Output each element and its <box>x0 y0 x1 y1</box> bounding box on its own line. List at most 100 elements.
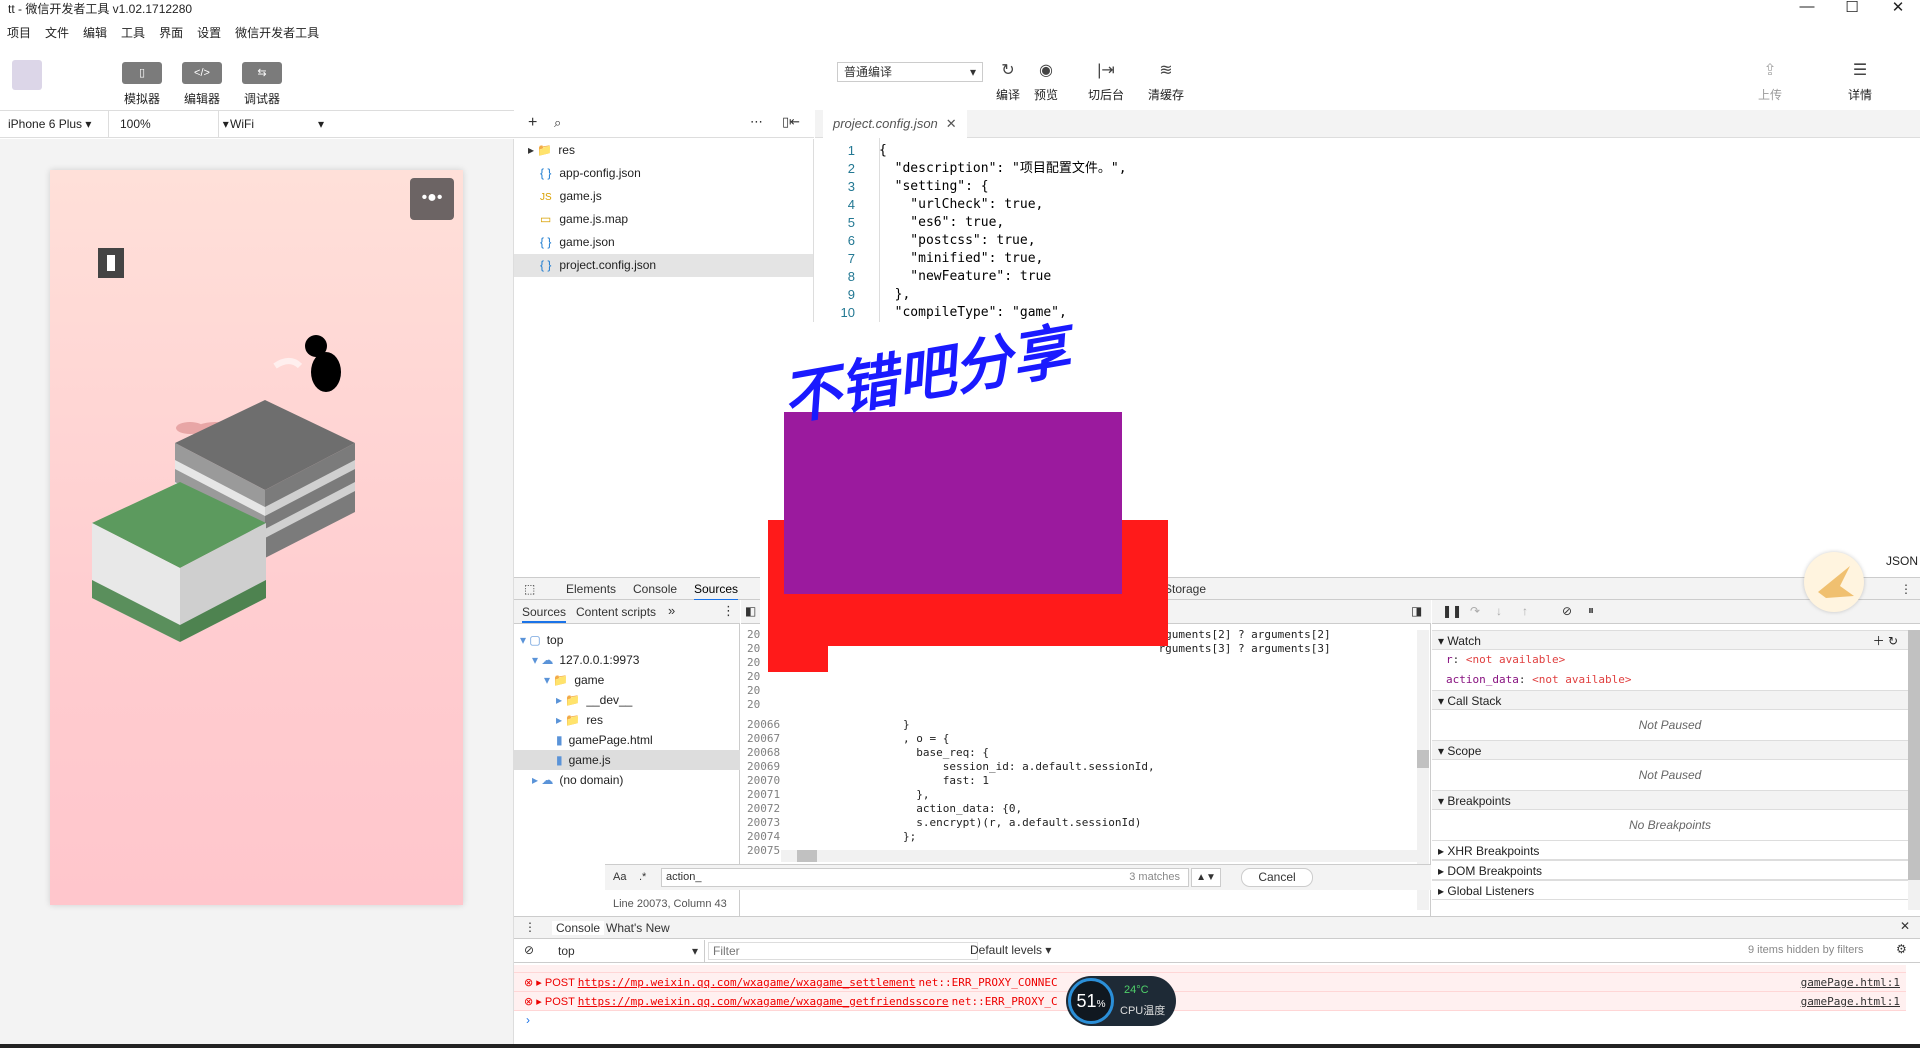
scrollbar[interactable] <box>1908 630 1920 910</box>
nav-tab-content-scripts[interactable]: Content scripts <box>576 605 656 619</box>
source-tree-item[interactable]: ▸ 📁 res <box>514 710 740 730</box>
log-levels-select[interactable]: Default levels ▾ <box>970 943 1051 957</box>
pause-on-exceptions-icon[interactable]: ⏸ <box>1588 603 1594 618</box>
menu-view[interactable]: 界面 <box>159 24 183 41</box>
call-stack-header[interactable]: ▾ Call Stack <box>1432 690 1908 710</box>
background-button[interactable]: |⇥ 切后台 <box>1088 60 1124 103</box>
search-input[interactable]: action_ 3 matches <box>661 868 1189 887</box>
close-icon[interactable]: ✕ <box>1888 0 1908 16</box>
breakpoints-header[interactable]: ▾ Breakpoints <box>1432 790 1908 810</box>
watch-item[interactable]: r: <not available> <box>1432 650 1908 670</box>
source-tree-item[interactable]: ▾ 📁 game <box>514 670 740 690</box>
toggle-navigator-icon[interactable]: ◧ <box>745 604 756 618</box>
close-drawer-icon[interactable]: ✕ <box>1900 919 1910 933</box>
floating-bird-icon[interactable] <box>1804 552 1864 612</box>
kebab-icon[interactable]: ⋮ <box>722 603 735 619</box>
step-into-icon[interactable]: ↓ <box>1496 604 1502 618</box>
source-tree-item[interactable]: ▾ ▢ top <box>514 630 740 650</box>
preview-button[interactable]: ◉ 预览 <box>1028 60 1064 103</box>
clear-cache-button[interactable]: ≋ 清缓存 <box>1148 60 1184 103</box>
source-tree-item[interactable]: ▸ ☁ (no domain) <box>514 770 740 790</box>
tab-elements[interactable]: Elements <box>566 582 616 596</box>
upload-button[interactable]: ⇪ 上传 <box>1752 60 1788 103</box>
tree-file-app-config[interactable]: { } app-config.json <box>514 162 813 185</box>
more-icon[interactable]: ⋯ <box>750 114 763 130</box>
scope-header[interactable]: ▾ Scope <box>1432 740 1908 760</box>
more-tabs-icon[interactable]: » <box>668 603 675 618</box>
simulator-button[interactable]: ▯ 模拟器 <box>117 62 167 107</box>
step-out-icon[interactable]: ↑ <box>1522 604 1528 618</box>
inspect-icon[interactable]: ⬚ <box>524 582 535 596</box>
deactivate-breakpoints-icon[interactable]: ⊘ <box>1562 604 1572 618</box>
details-button[interactable]: ☰ 详情 <box>1842 60 1878 103</box>
tree-file-game-json[interactable]: { } game.json <box>514 231 813 254</box>
add-icon[interactable]: + <box>528 114 537 132</box>
add-watch-icon[interactable]: ＋ ↻ <box>1873 631 1898 651</box>
maximize-icon[interactable]: ☐ <box>1842 0 1862 16</box>
tab-storage[interactable]: Storage <box>1164 582 1206 596</box>
collapse-panel-icon[interactable]: ▯⇤ <box>782 114 800 130</box>
tab-sources[interactable]: Sources <box>694 582 739 601</box>
console-filter-input[interactable] <box>708 942 978 960</box>
menu-wechat-devtools[interactable]: 微信开发者工具 <box>235 24 319 41</box>
menu-settings[interactable]: 设置 <box>197 24 221 41</box>
debugger-button[interactable]: ⇆ 调试器 <box>237 62 287 107</box>
source-tree-item[interactable]: ▾ ☁ 127.0.0.1:9973 <box>514 650 740 670</box>
compile-mode-select[interactable]: 普通编译 ▾ <box>837 62 983 82</box>
console-error-row[interactable]: ⊗ ▸ POST https://mp.weixin.qq.com/wxagam… <box>514 992 1906 1011</box>
menu-tools[interactable]: 工具 <box>121 24 145 41</box>
source-tree-item[interactable]: ▮ game.js <box>514 750 740 770</box>
device-select[interactable]: iPhone 6 Plus ▾ <box>8 117 91 131</box>
watch-section-header[interactable]: ▾ Watch ＋ ↻ <box>1432 630 1908 650</box>
search-nav-arrows[interactable]: ▲▼ <box>1191 868 1221 887</box>
horizontal-scrollbar[interactable] <box>781 850 1417 862</box>
clear-console-icon[interactable]: ⊘ <box>524 943 534 957</box>
tree-file-game-js-map[interactable]: ▭ game.js.map <box>514 208 813 231</box>
drawer-tab-whats-new[interactable]: What's New <box>606 921 670 935</box>
source-link[interactable]: gamePage.html:1 <box>1801 973 1900 992</box>
source-link[interactable]: gamePage.html:1 <box>1801 992 1900 1011</box>
devtools-more-icon[interactable]: ⋮ <box>1900 582 1912 596</box>
tree-folder-res[interactable]: ▸ 📁 res <box>514 139 813 162</box>
tree-file-game-js[interactable]: JS game.js <box>514 185 813 208</box>
console-error-row[interactable]: ⊗ ▸ POST https://mp.weixin.qq.com/wxagam… <box>514 973 1906 992</box>
tab-console[interactable]: Console <box>633 582 677 596</box>
game-screen[interactable]: •●• <box>50 170 463 905</box>
regex-toggle[interactable]: .* <box>639 871 646 883</box>
menu-edit[interactable]: 编辑 <box>83 24 107 41</box>
cancel-button[interactable]: Cancel <box>1241 868 1313 887</box>
source-tree-item[interactable]: ▮ gamePage.html <box>514 730 740 750</box>
match-case-toggle[interactable]: Aa <box>613 871 626 883</box>
avatar[interactable] <box>12 60 42 90</box>
drawer-menu-icon[interactable]: ⋮ <box>524 920 536 934</box>
step-over-icon[interactable]: ↷ <box>1470 604 1480 618</box>
pause-icon[interactable]: ❚❚ <box>1442 604 1462 618</box>
minimize-icon[interactable]: — <box>1797 0 1817 15</box>
compile-button[interactable]: ↻ 编译 <box>990 60 1026 103</box>
watch-item[interactable]: action_data: <not available> <box>1432 670 1908 690</box>
dom-breakpoints-header[interactable]: ▸ DOM Breakpoints <box>1432 860 1908 880</box>
language-mode[interactable]: JSON <box>1886 554 1918 568</box>
request-url-link[interactable]: https://mp.weixin.qq.com/wxagame/wxagame… <box>578 976 916 989</box>
search-icon[interactable]: ⌕ <box>554 115 561 131</box>
network-select[interactable]: WiFi ▾ <box>230 117 324 131</box>
global-listeners-header[interactable]: ▸ Global Listeners <box>1432 880 1908 900</box>
context-select[interactable]: top ▾ <box>554 942 704 960</box>
nav-tab-sources[interactable]: Sources <box>522 605 567 623</box>
toggle-debugger-icon[interactable]: ◨ <box>1411 604 1422 618</box>
menu-project[interactable]: 项目 <box>7 24 31 41</box>
editor-tab[interactable]: project.config.json ✕ <box>823 110 967 138</box>
editor-button[interactable]: </> 编辑器 <box>177 62 227 107</box>
menu-file[interactable]: 文件 <box>45 24 69 41</box>
console-prompt[interactable]: › <box>514 1011 1906 1029</box>
zoom-select[interactable]: 100% ▾ <box>120 117 229 131</box>
code-text: "newFeature": true <box>879 269 1052 284</box>
drawer-tab-console[interactable]: Console <box>552 921 605 935</box>
request-url-link[interactable]: https://mp.weixin.qq.com/wxagame/wxagame… <box>578 995 949 1008</box>
tree-file-project-config[interactable]: { } project.config.json <box>514 254 813 277</box>
xhr-breakpoints-header[interactable]: ▸ XHR Breakpoints <box>1432 840 1908 860</box>
gear-icon[interactable]: ⚙ <box>1896 942 1907 956</box>
source-tree-item[interactable]: ▸ 📁 __dev__ <box>514 690 740 710</box>
cpu-monitor-widget[interactable]: 51% 24°C CPU温度 <box>1066 976 1176 1026</box>
close-tab-icon[interactable]: ✕ <box>946 116 957 131</box>
